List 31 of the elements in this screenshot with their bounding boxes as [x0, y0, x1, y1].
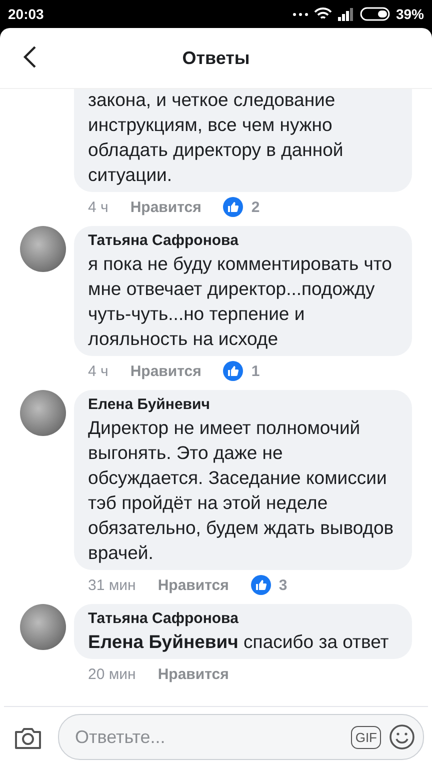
author-name[interactable]: Татьяна Сафронова	[88, 231, 398, 251]
comment-time: 4 ч	[88, 362, 108, 380]
author-name[interactable]: Елена Буйневич	[88, 395, 398, 415]
more-icon	[292, 12, 308, 16]
battery-icon	[360, 7, 390, 21]
comment-time: 4 ч	[88, 198, 108, 216]
page-title: Ответы	[181, 48, 251, 68]
comment-text: Елена Буйневич спасибо за ответ	[88, 630, 390, 654]
gif-button[interactable]: GIF	[351, 726, 381, 748]
wifi-icon	[314, 7, 332, 21]
like-count: 3	[278, 576, 288, 594]
thumbs-up-icon	[223, 197, 244, 217]
reply-input-field[interactable]: Ответьте... GIF	[58, 714, 424, 760]
chevron-left-icon	[23, 44, 37, 68]
thumbs-up-icon	[223, 361, 244, 381]
avatar-photo	[20, 226, 66, 272]
comment-text: я пока не буду комментировать что мне отвечает директор...подожду чуть-чуть...но терпение и лояльность на исходе	[88, 252, 393, 351]
comment-time: 31 мин	[88, 576, 136, 594]
like-count: 2	[251, 198, 260, 216]
thumbs-up-icon	[250, 575, 271, 595]
comment-text: закона, и четкое следование инструкциям, все чем нужно обладать директору в данной ситуации.	[88, 89, 344, 187]
like-count: 1	[251, 362, 260, 380]
comment-time: 20 мин	[88, 666, 136, 682]
battery-percent: 39%	[396, 6, 424, 22]
emoji-button[interactable]	[389, 724, 415, 750]
avatar-photo	[20, 604, 66, 650]
author-name[interactable]: Татьяна Сафронова	[88, 609, 398, 629]
comment-text: Директор не имеет полномочий выгонять. Это даже не обсуждается. Заседание комиссии тэб пройдёт на этой неделе обязательно, будем ждать выводов врачей.	[88, 416, 395, 565]
clock-time: 20:03	[8, 6, 44, 22]
signal-icon	[338, 7, 354, 21]
avatar-photo	[20, 390, 66, 436]
